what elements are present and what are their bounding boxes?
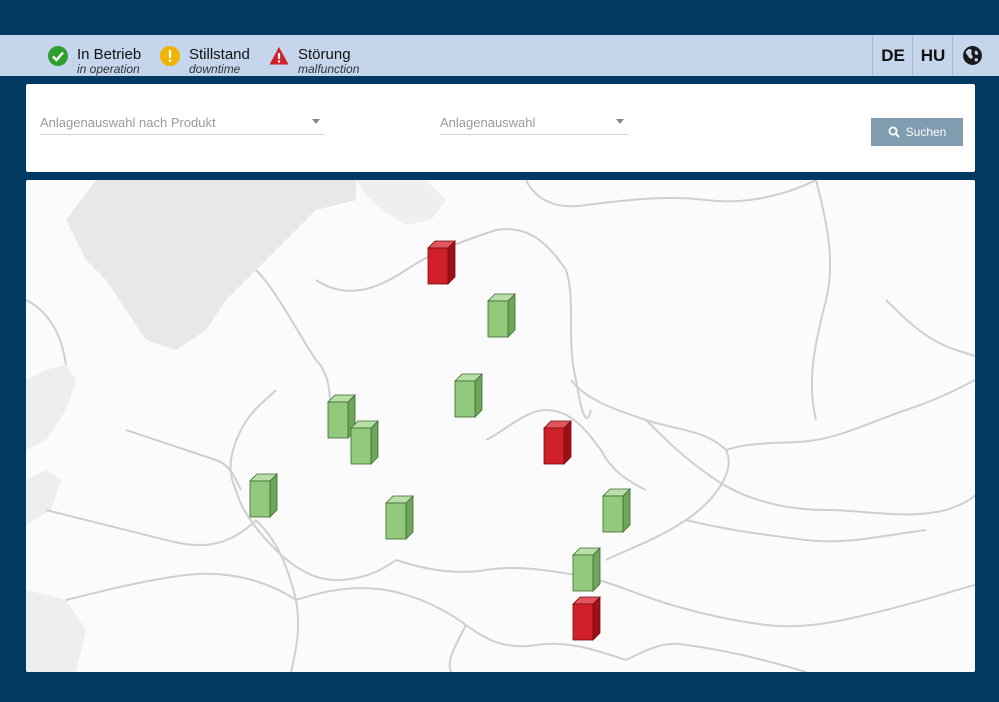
plant-marker-operation[interactable] (602, 488, 631, 533)
plant-marker-malfunction[interactable] (543, 420, 572, 465)
legend-sublabel: malfunction (298, 62, 360, 76)
legend-label: Störung (298, 46, 351, 63)
globe-icon (962, 46, 982, 65)
product-select[interactable]: Anlagenauswahl nach Produkt (40, 108, 324, 135)
legend-label: Stillstand (189, 46, 250, 63)
plant-marker-malfunction[interactable] (427, 240, 456, 285)
globe-button[interactable] (952, 35, 991, 76)
plant-select-label: Anlagenauswahl (440, 115, 536, 130)
plant-select[interactable]: Anlagenauswahl (440, 108, 628, 135)
search-button-label: Suchen (905, 125, 947, 139)
land-background (26, 180, 975, 672)
warning-triangle-icon (269, 47, 289, 65)
plant-marker-operation[interactable] (572, 547, 601, 592)
legend-label: In Betrieb (77, 46, 142, 63)
status-legend-bar: In Betrieb in operation Stillstand downt… (0, 35, 999, 76)
search-button[interactable]: Suchen (871, 118, 963, 146)
chevron-down-icon (312, 119, 320, 124)
check-circle-icon (48, 46, 68, 66)
plant-marker-malfunction[interactable] (572, 596, 601, 641)
search-icon (888, 126, 900, 138)
language-hu-button[interactable]: HU (912, 35, 953, 76)
plant-marker-operation[interactable] (454, 373, 483, 418)
plant-marker-operation[interactable] (487, 293, 516, 338)
top-band (0, 0, 999, 35)
map-view[interactable] (26, 180, 975, 672)
language-de-button[interactable]: DE (872, 35, 913, 76)
product-select-label: Anlagenauswahl nach Produkt (40, 115, 216, 130)
legend-sublabel: in operation (77, 62, 140, 76)
exclamation-circle-icon (160, 46, 180, 66)
legend-sublabel: downtime (189, 62, 241, 76)
filter-panel: Anlagenauswahl nach Produkt Anlagenauswa… (26, 84, 975, 172)
plant-marker-operation[interactable] (350, 420, 379, 465)
plant-marker-operation[interactable] (249, 473, 278, 518)
map-canvas (26, 180, 975, 672)
chevron-down-icon (616, 119, 624, 124)
plant-marker-operation[interactable] (385, 495, 414, 540)
